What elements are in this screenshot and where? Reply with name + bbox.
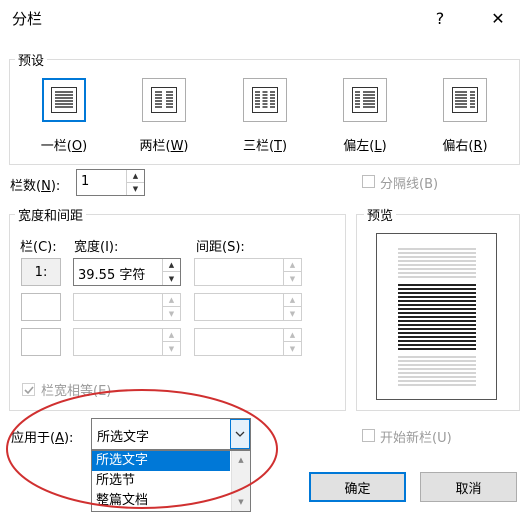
cancel-button[interactable]: 取消 [420,472,517,502]
column-spacing-input[interactable]: ▲ ▼ [194,328,302,356]
spin-down-icon[interactable]: ▼ [284,307,301,320]
new-column-checkbox[interactable] [362,429,375,442]
preset-one-column-label: 一栏(O) [40,139,88,154]
width-spinner[interactable]: ▲ ▼ [162,329,180,355]
column-number-cell [21,328,61,356]
column-spacing-input[interactable]: ▲ ▼ [194,293,302,321]
preset-three-columns-label: 三栏(T) [242,139,288,154]
width-header: 宽度(I): [74,240,119,255]
columns-count-input[interactable]: 1 ▲ ▼ [76,169,145,196]
scroll-up-icon[interactable]: ▲ [232,451,250,469]
separator-checkbox[interactable] [362,175,375,188]
width-spacing-label: 宽度和间距 [15,205,87,224]
col-header: 栏(C): [20,240,57,255]
spacing-spinner[interactable]: ▲ ▼ [283,259,301,285]
spin-up-icon[interactable]: ▲ [284,294,301,307]
spin-down-icon[interactable]: ▼ [127,183,144,196]
chevron-down-icon [235,431,245,437]
spin-up-icon[interactable]: ▲ [284,259,301,272]
spin-up-icon[interactable]: ▲ [163,329,180,342]
options-scrollbar[interactable]: ▲ ▼ [231,451,250,511]
preset-three-columns[interactable] [243,78,287,122]
checkmark-icon [24,386,34,395]
column-spacing-input[interactable]: ▲ ▼ [194,258,302,286]
spin-up-icon[interactable]: ▲ [163,294,180,307]
preset-right-label: 偏右(R) [442,139,488,154]
page-preview [376,233,497,400]
apply-to-label: 应用于(A): [11,431,74,446]
one-column-icon [51,87,77,113]
columns-count-spinner[interactable]: ▲ ▼ [126,170,144,195]
column-width-input[interactable]: ▲ ▼ [73,328,181,356]
apply-to-options-list: 所选文字 所选节 整篇文档 ▲ ▼ [91,450,251,512]
preset-right[interactable] [443,78,487,122]
scroll-down-icon[interactable]: ▼ [232,493,250,511]
preview-label: 预览 [364,205,397,224]
spin-down-icon[interactable]: ▼ [284,342,301,355]
close-icon: ✕ [491,8,505,28]
left-column-icon [352,87,378,113]
preset-two-columns[interactable] [142,78,186,122]
new-column-label: 开始新栏(U) [380,431,452,446]
spin-down-icon[interactable]: ▼ [163,342,180,355]
column-width-input[interactable]: ▲ ▼ [73,293,181,321]
option-selected-text[interactable]: 所选文字 [92,451,230,471]
option-selected-section[interactable]: 所选节 [92,471,230,491]
spacing-spinner[interactable]: ▲ ▼ [283,329,301,355]
equal-width-checkbox[interactable] [22,383,35,396]
spacing-header: 间距(S): [196,240,245,255]
option-whole-document[interactable]: 整篇文档 [92,491,230,511]
width-spinner[interactable]: ▲ ▼ [162,294,180,320]
help-icon: ? [435,8,445,28]
spin-down-icon[interactable]: ▼ [284,272,301,285]
spin-up-icon[interactable]: ▲ [163,259,180,272]
close-button[interactable]: ✕ [486,6,510,30]
ok-button[interactable]: 确定 [309,472,406,502]
apply-to-select[interactable]: 所选文字 [91,418,251,450]
two-columns-icon [151,87,177,113]
spin-down-icon[interactable]: ▼ [163,272,180,285]
column-number-cell [21,293,61,321]
preset-left-label: 偏左(L) [343,139,387,154]
separator-label: 分隔线(B) [380,177,439,192]
preset-left[interactable] [343,78,387,122]
column-number-cell: 1: [21,258,61,286]
apply-to-dropdown-button[interactable] [230,419,250,449]
help-button[interactable]: ? [428,6,452,30]
spin-up-icon[interactable]: ▲ [127,170,144,183]
spin-up-icon[interactable]: ▲ [284,329,301,342]
presets-label: 预设 [15,50,48,69]
spin-down-icon[interactable]: ▼ [163,307,180,320]
preset-one-column[interactable] [42,78,86,122]
width-spinner[interactable]: ▲ ▼ [162,259,180,285]
right-column-icon [452,87,478,113]
spacing-spinner[interactable]: ▲ ▼ [283,294,301,320]
preset-two-columns-label: 两栏(W) [139,139,189,154]
three-columns-icon [252,87,278,113]
column-width-input[interactable]: 39.55 字符 ▲ ▼ [73,258,181,286]
columns-count-label: 栏数(N): [10,179,61,194]
equal-width-label: 栏宽相等(E) [41,384,112,399]
window-title: 分栏 [12,10,43,28]
